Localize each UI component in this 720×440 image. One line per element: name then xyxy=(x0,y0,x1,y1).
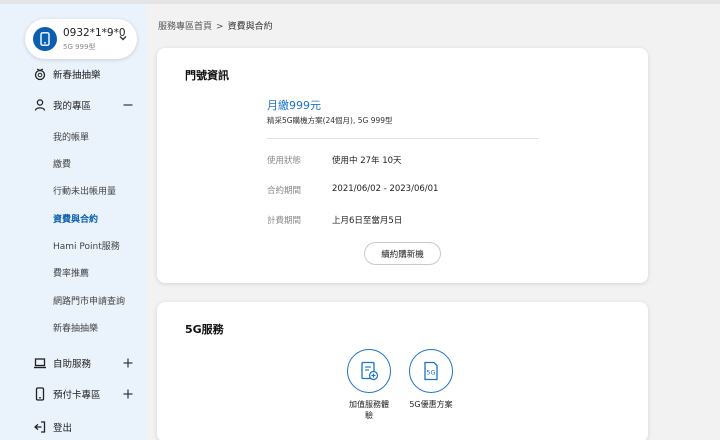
service-icon-circle xyxy=(347,349,391,393)
minus-icon[interactable] xyxy=(121,98,135,112)
user-icon xyxy=(34,99,46,111)
sidebar-subitem-payment[interactable]: 繳費 xyxy=(53,157,71,170)
sidebar-subitem-bill[interactable]: 我的帳單 xyxy=(53,130,89,143)
breadcrumb-home[interactable]: 服務專區首頁 xyxy=(158,22,212,32)
sidebar-item-label: 自助服務 xyxy=(53,359,92,370)
sidebar-subitem-hami-point[interactable]: Hami Point服務 xyxy=(53,239,120,252)
sidebar-item-label: 預付卡專區 xyxy=(53,390,101,401)
gift-icon xyxy=(34,68,46,81)
mobile-phone-icon xyxy=(35,387,45,401)
billing-period-value: 上月6日至當月5日 xyxy=(332,216,403,226)
plan-name: 月繳999元 xyxy=(267,99,321,112)
divider xyxy=(267,138,539,139)
sidebar-subitem-store-query[interactable]: 網路門市申請查詢 xyxy=(53,294,125,307)
sidebar: 0932*1*9*0 5G 999型 新春抽抽樂 我的專區 我的帳單 繳費 行動… xyxy=(0,4,146,440)
card-title: 5G服務 xyxy=(185,323,224,336)
card-title: 門號資訊 xyxy=(185,69,229,82)
sidebar-item-lottery[interactable]: 新春抽抽樂 xyxy=(0,61,146,87)
status-value: 使用中 27年 10天 xyxy=(332,156,402,166)
breadcrumb: 服務專區首頁 > 資費與合約 xyxy=(158,19,273,32)
5g-icon: 5G xyxy=(424,361,438,381)
plus-icon[interactable] xyxy=(121,356,135,370)
sidebar-subitem-rate-recommend[interactable]: 費率推薦 xyxy=(53,266,89,279)
sidebar-subitem-usage[interactable]: 行動未出帳用量 xyxy=(53,184,116,197)
plan-description: 精采5G購機方案(24個月), 5G 999型 xyxy=(267,116,393,125)
number-info-card: 門號資訊 月繳999元 精采5G購機方案(24個月), 5G 999型 使用狀態… xyxy=(157,48,648,283)
status-label: 使用狀態 xyxy=(267,156,302,166)
phone-icon xyxy=(33,27,57,51)
renew-button[interactable]: 續約購新機 xyxy=(364,242,441,265)
5g-service-card: 5G服務 加值服務體驗 5G 5G優惠方案 xyxy=(157,302,648,440)
service-label: 加值服務體驗 xyxy=(349,400,389,420)
sidebar-item-label: 登出 xyxy=(53,423,73,434)
sidebar-item-prepaid[interactable]: 預付卡專區 xyxy=(0,381,146,407)
svg-text:5G: 5G xyxy=(426,369,435,377)
account-plan: 5G 999型 xyxy=(63,43,96,51)
sidebar-subitem-rate-contract[interactable]: 資費與合約 xyxy=(53,212,98,225)
sidebar-item-self-service[interactable]: 自助服務 xyxy=(0,350,146,376)
breadcrumb-separator: > xyxy=(216,22,224,32)
account-selector[interactable]: 0932*1*9*0 5G 999型 xyxy=(25,19,137,59)
breadcrumb-current: 資費與合約 xyxy=(227,22,273,32)
sidebar-subitem-lottery[interactable]: 新春抽抽樂 xyxy=(53,321,98,334)
contract-period-value: 2021/06/02 - 2023/06/01 xyxy=(332,184,439,194)
laptop-icon xyxy=(34,358,46,369)
billing-period-label: 計費期間 xyxy=(267,216,302,226)
service-item-5g-offer[interactable]: 5G 5G優惠方案 xyxy=(401,349,461,410)
service-icon-circle: 5G xyxy=(409,349,453,393)
plus-icon[interactable] xyxy=(121,387,135,401)
service-label: 5G優惠方案 xyxy=(409,400,453,409)
sidebar-item-label: 新春抽抽樂 xyxy=(53,70,101,81)
chevron-down-icon xyxy=(119,36,127,41)
service-item-value-added[interactable]: 加值服務體驗 xyxy=(339,349,399,421)
sidebar-item-my-area[interactable]: 我的專區 xyxy=(0,92,146,118)
add-service-icon xyxy=(361,361,379,381)
logout-icon xyxy=(34,421,46,433)
sidebar-item-label: 我的專區 xyxy=(53,101,92,112)
contract-period-label: 合約期間 xyxy=(267,186,302,196)
sidebar-item-logout[interactable]: 登出 xyxy=(0,414,146,440)
